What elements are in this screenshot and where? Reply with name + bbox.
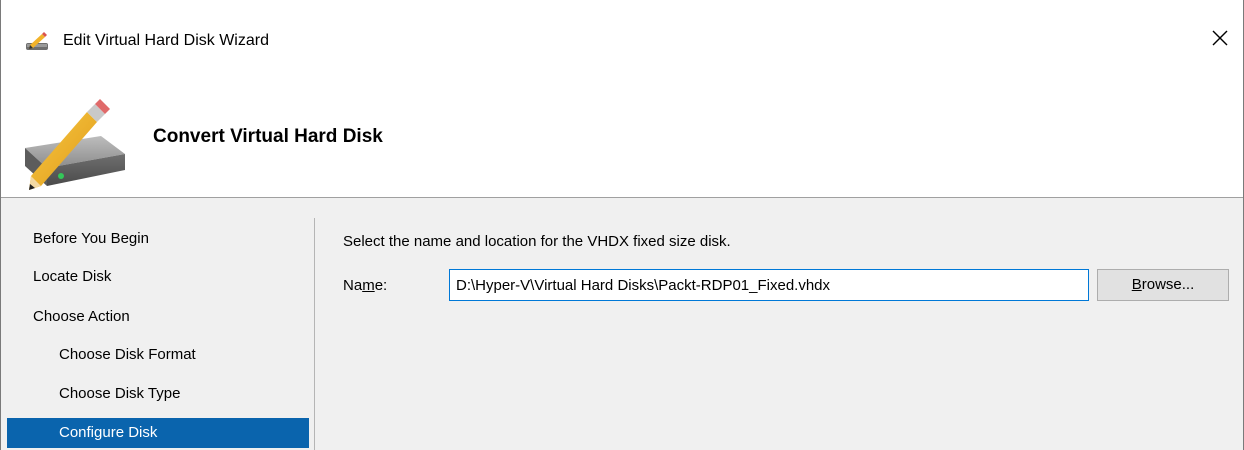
wizard-steps-nav: Before You Begin Locate Disk Choose Acti… (1, 198, 314, 450)
nav-item-choose-disk-format[interactable]: Choose Disk Format (7, 340, 309, 370)
close-icon (1212, 30, 1228, 51)
wizard-window: Edit Virtual Hard Disk Wizard Convert Vi… (0, 0, 1244, 450)
name-label: Name: (343, 276, 387, 296)
nav-item-choose-disk-type[interactable]: Choose Disk Type (7, 379, 309, 409)
nav-item-choose-action[interactable]: Choose Action (7, 302, 309, 332)
page-title: Convert Virtual Hard Disk (153, 126, 383, 147)
browse-accelerator: B (1131, 276, 1142, 293)
browse-label: rowse... (1141, 276, 1195, 293)
title-bar: Edit Virtual Hard Disk Wizard (1, 0, 1243, 86)
nav-item-configure-disk[interactable]: Configure Disk (7, 418, 309, 448)
nav-item-locate-disk[interactable]: Locate Disk (7, 262, 309, 292)
close-button[interactable] (1197, 20, 1243, 60)
main-panel: Select the name and location for the VHD… (315, 198, 1243, 450)
name-input[interactable] (449, 269, 1089, 301)
edit-disk-icon (25, 30, 49, 52)
name-label-post: e: (374, 277, 388, 294)
name-label-accelerator: m (362, 277, 375, 294)
browse-button[interactable]: Browse... (1097, 269, 1229, 301)
wizard-header: Convert Virtual Hard Disk (1, 86, 1243, 198)
name-label-pre: Na (343, 277, 363, 294)
nav-item-before-you-begin[interactable]: Before You Begin (7, 224, 309, 254)
window-title: Edit Virtual Hard Disk Wizard (63, 32, 269, 49)
instruction-text: Select the name and location for the VHD… (343, 233, 731, 250)
hard-disk-pencil-icon (17, 96, 129, 194)
